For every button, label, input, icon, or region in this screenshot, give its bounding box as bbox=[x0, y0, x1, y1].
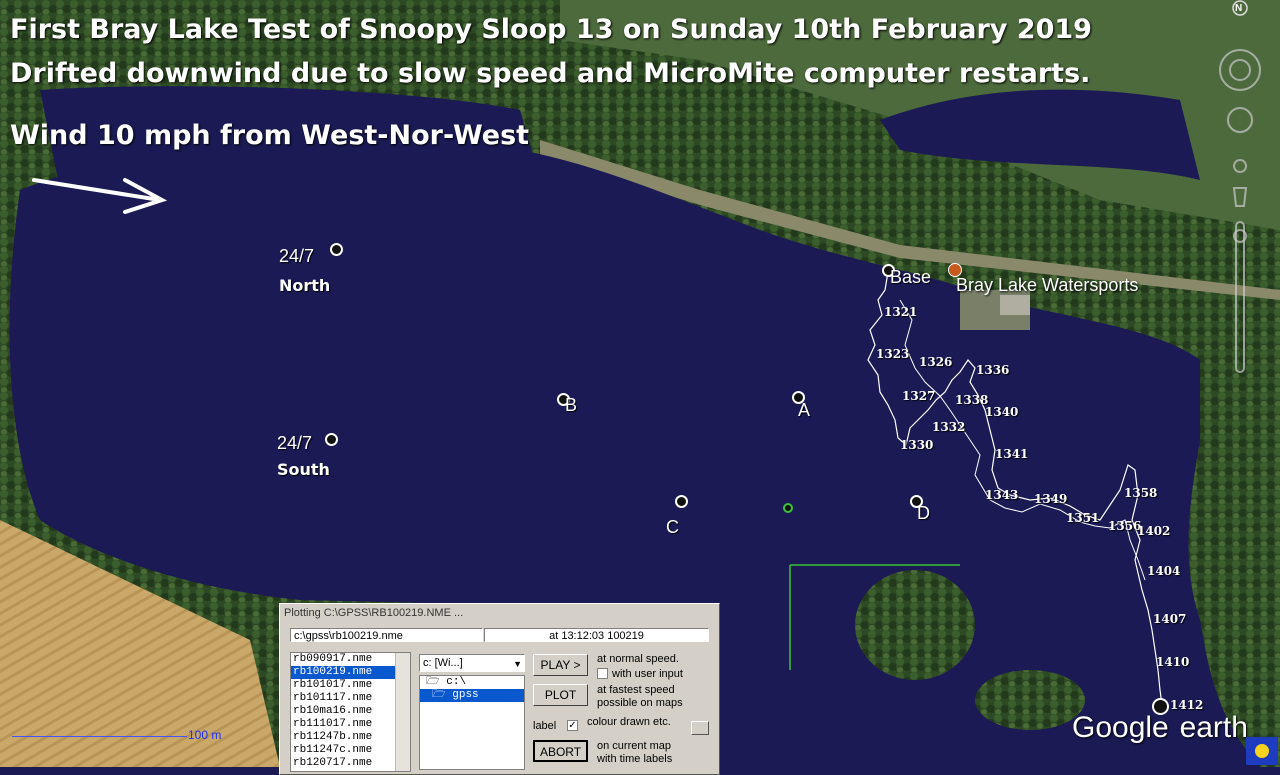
waypoint-b-label: B bbox=[565, 395, 578, 415]
track-label: 1402 bbox=[1137, 524, 1171, 538]
place-pin-icon[interactable] bbox=[948, 263, 962, 277]
navigation-controls[interactable] bbox=[1216, 0, 1280, 390]
file-item[interactable]: rb101017.nme bbox=[291, 679, 410, 692]
dialog-title: Plotting C:\GPSS\RB100219.NME ... bbox=[280, 604, 719, 622]
note-normal-speed: at normal speed. bbox=[597, 653, 679, 665]
marker-north-code: 24/7 bbox=[279, 246, 315, 266]
file-item[interactable]: rb101117.nme bbox=[291, 692, 410, 705]
sun-icon[interactable] bbox=[1246, 737, 1278, 765]
folder-gpss-label: gpss bbox=[452, 689, 479, 701]
track-label: 1404 bbox=[1147, 564, 1181, 578]
note-current-map: on current map bbox=[597, 740, 671, 752]
track-label: 1410 bbox=[1156, 655, 1190, 669]
file-item[interactable]: rb10ma16.nme bbox=[291, 705, 410, 718]
folder-gpss[interactable]: 🗁 gpss bbox=[420, 689, 524, 702]
drive-value: c: [Wi...] bbox=[423, 657, 463, 669]
note-time-labels: with time labels bbox=[597, 753, 673, 765]
track-label: 1336 bbox=[976, 363, 1010, 377]
note-colour-drawn: colour drawn etc. bbox=[587, 716, 671, 728]
track-label: 1343 bbox=[985, 488, 1019, 502]
title-line-3: Wind 10 mph from West-Nor-West bbox=[10, 120, 530, 151]
user-input-checkbox[interactable] bbox=[597, 668, 608, 679]
place-name: Bray Lake Watersports bbox=[956, 275, 1139, 295]
green-marker bbox=[783, 503, 793, 513]
scale-label: 100 m bbox=[188, 728, 222, 742]
scale-line bbox=[12, 736, 187, 737]
track-label: 1326 bbox=[919, 355, 953, 369]
track-label: 1340 bbox=[985, 405, 1019, 419]
folder-root-label: c:\ bbox=[446, 676, 467, 688]
play-button[interactable]: PLAY > bbox=[533, 654, 588, 676]
waypoint-c-ring[interactable] bbox=[675, 495, 688, 508]
time-field: at 13:12:03 100219 bbox=[484, 628, 709, 642]
file-item[interactable]: rb120717.nme bbox=[291, 757, 410, 770]
file-item-selected[interactable]: rb100219.nme bbox=[291, 666, 410, 679]
marker-south-code: 24/7 bbox=[277, 433, 313, 453]
file-item[interactable]: rb090917.nme bbox=[291, 653, 410, 666]
track-label: 1341 bbox=[995, 447, 1029, 461]
waypoint-a-label: A bbox=[798, 400, 811, 420]
note-user-input: with user input bbox=[612, 668, 683, 680]
plot-button[interactable]: PLOT bbox=[533, 684, 588, 706]
compass-north-label: N bbox=[1235, 3, 1243, 14]
folder-icon: 🗁 bbox=[426, 676, 440, 688]
colour-button[interactable] bbox=[691, 721, 709, 735]
file-item[interactable]: rb111017.nme bbox=[291, 718, 410, 731]
label-checkbox-label: label bbox=[533, 720, 557, 732]
abort-button[interactable]: ABORT bbox=[533, 740, 588, 762]
file-item[interactable]: rb11247b.nme bbox=[291, 731, 410, 744]
marker-north-name: North bbox=[279, 276, 331, 295]
folder-root[interactable]: 🗁 c:\ bbox=[420, 676, 524, 689]
waypoint-d-label: D bbox=[917, 503, 930, 523]
chevron-down-icon[interactable]: ▼ bbox=[513, 656, 522, 672]
file-list-scrollbar[interactable] bbox=[395, 653, 410, 771]
title-line-2: Drifted downwind due to slow speed and M… bbox=[10, 58, 1091, 89]
logo-google: Google bbox=[1072, 711, 1169, 744]
waypoint-c-label: C bbox=[666, 517, 679, 537]
logo-earth: earth bbox=[1179, 711, 1248, 744]
plotting-dialog: Plotting C:\GPSS\RB100219.NME ... c:\gps… bbox=[279, 603, 720, 775]
track-label: 1351 bbox=[1066, 511, 1100, 525]
track-label: 1330 bbox=[900, 438, 934, 452]
track-label: 1349 bbox=[1034, 492, 1068, 506]
folder-list[interactable]: 🗁 c:\ 🗁 gpss bbox=[419, 675, 525, 770]
folder-icon: 🗁 bbox=[432, 689, 446, 701]
drive-select[interactable]: c: [Wi...] ▼ bbox=[419, 654, 525, 672]
marker-south-ring bbox=[325, 433, 338, 446]
marker-south-name: South bbox=[277, 460, 330, 479]
track-label: 1323 bbox=[876, 347, 910, 361]
track-label: 1358 bbox=[1124, 486, 1158, 500]
file-item[interactable]: rb11247c.nme bbox=[291, 744, 410, 757]
track-label: 1338 bbox=[955, 393, 989, 407]
track-label: 1332 bbox=[932, 420, 966, 434]
track-label: 1321 bbox=[884, 305, 918, 319]
google-earth-logo: Google earth bbox=[1072, 706, 1248, 746]
track-label: 1327 bbox=[902, 389, 936, 403]
path-field[interactable]: c:\gpss\rb100219.nme bbox=[290, 628, 483, 642]
note-fastest-speed: at fastest speed bbox=[597, 684, 675, 696]
note-possible-maps: possible on maps bbox=[597, 697, 683, 709]
label-checkbox[interactable]: ✓ bbox=[567, 720, 578, 731]
track-label: 1407 bbox=[1153, 612, 1187, 626]
waypoint-base-label: Base bbox=[890, 267, 932, 287]
file-list[interactable]: rb090917.nme rb100219.nme rb101017.nme r… bbox=[290, 652, 411, 772]
marker-north-ring bbox=[330, 243, 343, 256]
title-line-1: First Bray Lake Test of Snoopy Sloop 13 … bbox=[10, 14, 1092, 45]
